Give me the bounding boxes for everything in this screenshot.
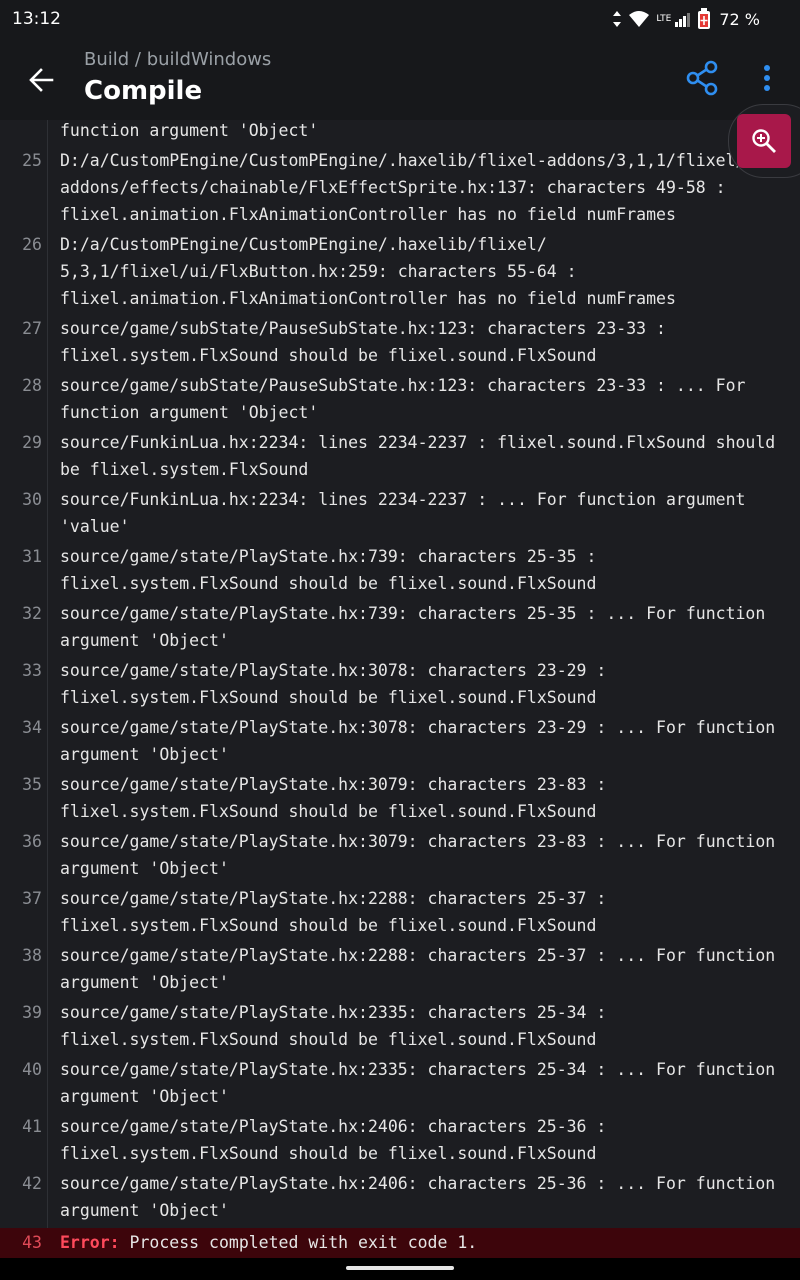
status-icons: LTE 72 %: [612, 8, 760, 30]
log-line: 29 source/FunkinLua.hx:2234: lines 2234-2…: [0, 429, 800, 483]
log-line: 36 source/game/state/PlayState.hx:3079: c…: [0, 828, 800, 882]
log-text: source/game/state/PlayState.hx:739: char…: [60, 604, 766, 650]
log-line: 32 source/game/state/PlayState.hx:739: ch…: [0, 600, 800, 654]
more-options-button[interactable]: [752, 59, 782, 97]
log-line: 28 source/game/subState/PauseSubState.hx:…: [0, 372, 800, 426]
log-text: source/FunkinLua.hx:2234: lines 2234-223…: [60, 433, 776, 479]
line-number: 29: [22, 433, 42, 452]
log-line: 38 source/game/state/PlayState.hx:2288: c…: [0, 942, 800, 996]
line-number: 28: [22, 376, 42, 395]
line-number: 25: [22, 151, 42, 170]
battery-icon: [698, 8, 711, 29]
line-number: 38: [22, 946, 42, 965]
log-text: source/game/subState/PauseSubState.hx:12…: [60, 319, 666, 365]
home-indicator[interactable]: [346, 1266, 454, 1270]
log-text: source/game/state/PlayState.hx:3078: cha…: [60, 718, 776, 764]
log-line: 25 D:/a/CustomPEngine/CustomPEngine/.haxe…: [0, 147, 800, 228]
network-type: LTE: [656, 14, 672, 24]
status-bar: 13:12 LTE 72 %: [0, 0, 800, 38]
log-line: 37 source/game/state/PlayState.hx:2288: c…: [0, 885, 800, 939]
page-title: Compile: [84, 76, 203, 106]
data-arrows-icon: [613, 11, 622, 27]
log-text: source/game/state/PlayState.hx:2288: cha…: [60, 889, 607, 935]
log-line: 26 D:/a/CustomPEngine/CustomPEngine/.haxe…: [0, 231, 800, 312]
line-number: 31: [22, 547, 42, 566]
more-vertical-icon: [764, 65, 770, 91]
line-number: 26: [22, 235, 42, 254]
log-text: source/game/state/PlayState.hx:3079: cha…: [60, 832, 776, 878]
line-number: 42: [22, 1174, 42, 1193]
log-text: source/game/state/PlayState.hx:739: char…: [60, 547, 597, 593]
error-text: Process completed with exit code 1.: [119, 1233, 478, 1252]
battery-level: 72 %: [719, 9, 760, 29]
error-label: Error:: [60, 1233, 120, 1252]
navigation-bar: [0, 1258, 800, 1280]
line-number: 33: [22, 661, 42, 680]
share-button[interactable]: [684, 59, 722, 97]
log-text: source/game/state/PlayState.hx:3079: cha…: [60, 775, 607, 821]
log-text: source/game/state/PlayState.hx:2406: cha…: [60, 1174, 776, 1220]
log-line: 42 source/game/state/PlayState.hx:2406: c…: [0, 1170, 800, 1224]
error-log-line: 43 Error: Process completed with exit cod…: [0, 1228, 800, 1258]
log-line: 31 source/game/state/PlayState.hx:739: ch…: [0, 543, 800, 597]
log-text: source/game/state/PlayState.hx:2288: cha…: [60, 946, 776, 992]
line-number: 32: [22, 604, 42, 623]
log-text: source/game/state/PlayState.hx:2406: cha…: [60, 1117, 607, 1163]
line-number: 43: [22, 1233, 42, 1252]
log-text: D:/a/CustomPEngine/CustomPEngine/.haxeli…: [60, 151, 746, 224]
log-line: 33 source/game/state/PlayState.hx:3078: c…: [0, 657, 800, 711]
log-line: 27 source/game/subState/PauseSubState.hx:…: [0, 315, 800, 369]
zoom-in-button[interactable]: [737, 114, 791, 168]
error-message: Error: Process completed with exit code …: [60, 1229, 790, 1256]
log-text: source/FunkinLua.hx:2234: lines 2234-223…: [60, 490, 746, 536]
wifi-icon: [629, 11, 650, 27]
log-line: function argument 'Object': [0, 120, 800, 144]
line-number: 39: [22, 1003, 42, 1022]
log-line: 30 source/FunkinLua.hx:2234: lines 2234-2…: [0, 486, 800, 540]
signal-icon: [675, 13, 691, 27]
line-number: 41: [22, 1117, 42, 1136]
arrow-left-icon: [29, 68, 54, 92]
log-line: 41 source/game/state/PlayState.hx:2406: c…: [0, 1113, 800, 1167]
line-number: 40: [22, 1060, 42, 1079]
log-line: 39 source/game/state/PlayState.hx:2335: c…: [0, 999, 800, 1053]
app-bar: Build / buildWindows Compile: [0, 38, 800, 120]
build-log[interactable]: function argument 'Object' 25 D:/a/CustomP…: [0, 120, 800, 1258]
line-number: 36: [22, 832, 42, 851]
log-text: source/game/state/PlayState.hx:2335: cha…: [60, 1003, 607, 1049]
line-number: 35: [22, 775, 42, 794]
share-icon: [686, 60, 718, 96]
log-line: 40 source/game/state/PlayState.hx:2335: c…: [0, 1056, 800, 1110]
log-text: source/game/state/PlayState.hx:2335: cha…: [60, 1060, 776, 1106]
log-text: source/game/state/PlayState.hx:3078: cha…: [60, 661, 607, 707]
line-number: 27: [22, 319, 42, 338]
line-number: 34: [22, 718, 42, 737]
log-line: 34 source/game/state/PlayState.hx:3078: c…: [0, 714, 800, 768]
log-line: 35 source/game/state/PlayState.hx:3079: c…: [0, 771, 800, 825]
line-number: 30: [22, 490, 42, 509]
back-button[interactable]: [22, 60, 62, 100]
line-number: 37: [22, 889, 42, 908]
log-text: source/game/subState/PauseSubState.hx:12…: [60, 376, 746, 422]
zoom-in-icon: [752, 129, 776, 153]
log-text: function argument 'Object': [60, 121, 319, 140]
log-text: D:/a/CustomPEngine/CustomPEngine/.haxeli…: [60, 235, 676, 308]
status-time: 13:12: [12, 9, 61, 29]
breadcrumb: Build / buildWindows: [84, 49, 272, 70]
